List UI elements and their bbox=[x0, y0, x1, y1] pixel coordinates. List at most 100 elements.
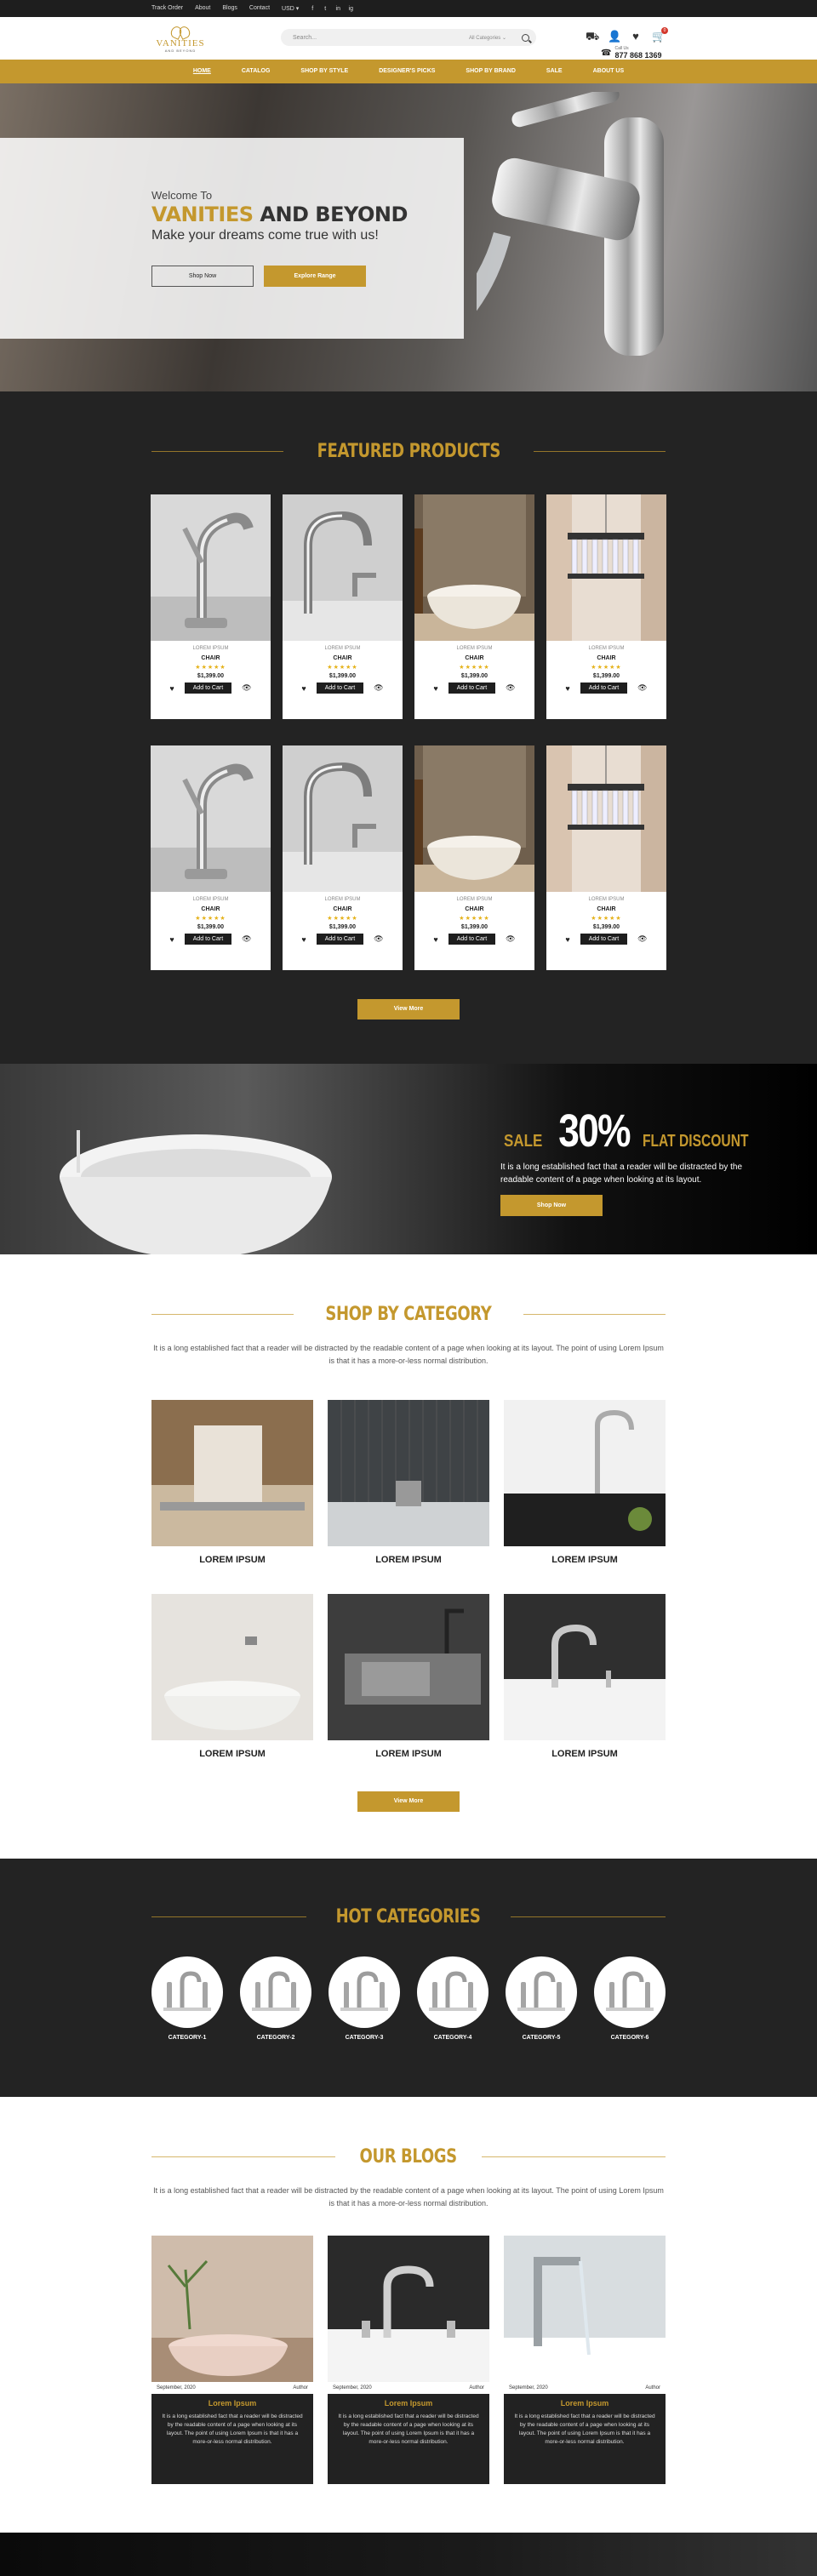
hot-category-item[interactable]: CATEGORY-5 bbox=[506, 1956, 577, 2041]
hot-category-image[interactable] bbox=[329, 1956, 400, 2028]
nav-about-us[interactable]: About Us bbox=[578, 60, 640, 83]
product-card[interactable]: LOREM IPSUM CHAIR ★★★★★ $1,399.00 ♥ Add to Ca… bbox=[283, 494, 403, 719]
blog-image[interactable] bbox=[328, 2236, 489, 2382]
search-icon[interactable] bbox=[522, 33, 529, 42]
quick-view-eye-icon[interactable]: 👁 bbox=[506, 934, 515, 944]
cart-icon[interactable]: 🛒 bbox=[652, 27, 668, 43]
category-image[interactable] bbox=[151, 1400, 313, 1546]
instagram-icon[interactable]: ig bbox=[347, 5, 354, 12]
track-order-link[interactable]: Track Order bbox=[151, 5, 183, 12]
category-label[interactable]: LOREM IPSUM bbox=[328, 1749, 489, 1759]
hot-category-item[interactable]: CATEGORY-2 bbox=[240, 1956, 311, 2041]
blog-title[interactable]: Lorem Ipsum bbox=[151, 2399, 313, 2408]
discount-shop-now-button[interactable]: Shop Now bbox=[500, 1195, 603, 1216]
search-bar[interactable]: Search... All Categories ⌄ bbox=[281, 29, 536, 46]
product-image[interactable] bbox=[546, 745, 666, 892]
wishlist-heart-icon[interactable]: ♥ bbox=[565, 935, 569, 944]
product-card[interactable]: LOREM IPSUM CHAIR ★★★★★ $1,399.00 ♥ Add to Ca… bbox=[546, 494, 666, 719]
category-label[interactable]: LOREM IPSUM bbox=[504, 1749, 666, 1759]
heart-icon[interactable]: ♥ bbox=[630, 31, 642, 43]
wishlist-heart-icon[interactable]: ♥ bbox=[301, 935, 306, 944]
facebook-icon[interactable]: f bbox=[309, 5, 316, 12]
product-title[interactable]: CHAIR bbox=[414, 906, 534, 912]
add-to-cart-button[interactable]: Add to Cart bbox=[448, 683, 496, 694]
category-card[interactable]: LOREM IPSUM bbox=[328, 1400, 489, 1565]
category-label[interactable]: LOREM IPSUM bbox=[504, 1555, 666, 1565]
product-card[interactable]: LOREM IPSUM CHAIR ★★★★★ $1,399.00 ♥ Add to Ca… bbox=[151, 494, 271, 719]
product-card[interactable]: LOREM IPSUM CHAIR ★★★★★ $1,399.00 ♥ Add to Ca… bbox=[414, 494, 534, 719]
add-to-cart-button[interactable]: Add to Cart bbox=[184, 934, 232, 945]
hot-category-image[interactable] bbox=[594, 1956, 666, 2028]
hot-category-item[interactable]: CATEGORY-3 bbox=[329, 1956, 400, 2041]
twitter-icon[interactable]: t bbox=[322, 5, 329, 12]
wishlist-heart-icon[interactable]: ♥ bbox=[169, 935, 174, 944]
category-card[interactable]: LOREM IPSUM bbox=[504, 1400, 666, 1565]
search-category-select[interactable]: All Categories ⌄ bbox=[469, 35, 506, 41]
contact-link[interactable]: Contact bbox=[249, 5, 270, 12]
quick-view-eye-icon[interactable]: 👁 bbox=[374, 683, 383, 693]
shop-now-button[interactable]: Shop Now bbox=[151, 266, 254, 287]
hot-category-label[interactable]: CATEGORY-1 bbox=[151, 2035, 223, 2041]
product-title[interactable]: CHAIR bbox=[546, 906, 666, 912]
nav-home[interactable]: Home bbox=[178, 60, 226, 83]
nav-sale[interactable]: Sale bbox=[531, 60, 578, 83]
category-image[interactable] bbox=[504, 1400, 666, 1546]
nav-shop-by-style[interactable]: Shop by Style bbox=[285, 60, 363, 83]
product-title[interactable]: CHAIR bbox=[283, 906, 403, 912]
product-image[interactable] bbox=[546, 494, 666, 641]
category-card[interactable]: LOREM IPSUM bbox=[151, 1594, 313, 1759]
add-to-cart-button[interactable]: Add to Cart bbox=[316, 683, 364, 694]
hot-category-item[interactable]: CATEGORY-6 bbox=[594, 1956, 666, 2041]
hot-category-image[interactable] bbox=[417, 1956, 488, 2028]
nav-catalog[interactable]: Catalog bbox=[226, 60, 286, 83]
hot-category-label[interactable]: CATEGORY-5 bbox=[506, 2035, 577, 2041]
product-title[interactable]: CHAIR bbox=[283, 655, 403, 661]
category-image[interactable] bbox=[504, 1594, 666, 1740]
blog-card[interactable]: September, 2020 Author Lorem Ipsum It is a … bbox=[328, 2236, 489, 2484]
category-card[interactable]: LOREM IPSUM bbox=[328, 1594, 489, 1759]
add-to-cart-button[interactable]: Add to Cart bbox=[316, 934, 364, 945]
wishlist-heart-icon[interactable]: ♥ bbox=[169, 684, 174, 693]
hot-category-label[interactable]: CATEGORY-2 bbox=[240, 2035, 311, 2041]
category-image[interactable] bbox=[328, 1400, 489, 1546]
hot-category-item[interactable]: CATEGORY-1 bbox=[151, 1956, 223, 2041]
blog-card[interactable]: September, 2020 Author Lorem Ipsum It is a … bbox=[504, 2236, 666, 2484]
add-to-cart-button[interactable]: Add to Cart bbox=[448, 934, 496, 945]
category-label[interactable]: LOREM IPSUM bbox=[151, 1555, 313, 1565]
quick-view-eye-icon[interactable]: 👁 bbox=[242, 683, 251, 693]
category-label[interactable]: LOREM IPSUM bbox=[328, 1555, 489, 1565]
explore-range-button[interactable]: Explore Range bbox=[264, 266, 366, 287]
view-more-button[interactable]: View More bbox=[357, 999, 460, 1020]
blogs-link[interactable]: Blogs bbox=[222, 5, 237, 12]
product-image[interactable] bbox=[283, 494, 403, 641]
linkedin-icon[interactable]: in bbox=[334, 5, 341, 12]
hot-category-label[interactable]: CATEGORY-4 bbox=[417, 2035, 488, 2041]
blog-title[interactable]: Lorem Ipsum bbox=[504, 2399, 666, 2408]
quick-view-eye-icon[interactable]: 👁 bbox=[637, 683, 647, 693]
hot-category-label[interactable]: CATEGORY-6 bbox=[594, 2035, 666, 2041]
wishlist-heart-icon[interactable]: ♥ bbox=[565, 684, 569, 693]
quick-view-eye-icon[interactable]: 👁 bbox=[242, 934, 251, 944]
hot-category-image[interactable] bbox=[506, 1956, 577, 2028]
product-image[interactable] bbox=[151, 494, 271, 641]
category-card[interactable]: LOREM IPSUM bbox=[151, 1400, 313, 1565]
blog-image[interactable] bbox=[151, 2236, 313, 2382]
wishlist-heart-icon[interactable]: ♥ bbox=[433, 684, 437, 693]
hot-category-item[interactable]: CATEGORY-4 bbox=[417, 1956, 488, 2041]
hot-category-image[interactable] bbox=[151, 1956, 223, 2028]
nav-designers-picks[interactable]: Designer's Picks bbox=[363, 60, 450, 83]
product-title[interactable]: CHAIR bbox=[151, 655, 271, 661]
nav-shop-by-brand[interactable]: Shop by Brand bbox=[450, 60, 530, 83]
add-to-cart-button[interactable]: Add to Cart bbox=[184, 683, 232, 694]
search-input[interactable]: Search... bbox=[293, 35, 469, 41]
currency-select[interactable]: USD ▾ bbox=[282, 5, 299, 12]
add-to-cart-button[interactable]: Add to Cart bbox=[580, 934, 628, 945]
user-icon[interactable]: 👤 bbox=[608, 31, 621, 43]
product-image[interactable] bbox=[414, 494, 534, 641]
truck-icon[interactable]: ⛟ bbox=[586, 31, 599, 43]
about-link[interactable]: About bbox=[195, 5, 210, 12]
product-image[interactable] bbox=[151, 745, 271, 892]
category-image[interactable] bbox=[328, 1594, 489, 1740]
product-image[interactable] bbox=[414, 745, 534, 892]
hot-category-image[interactable] bbox=[240, 1956, 311, 2028]
